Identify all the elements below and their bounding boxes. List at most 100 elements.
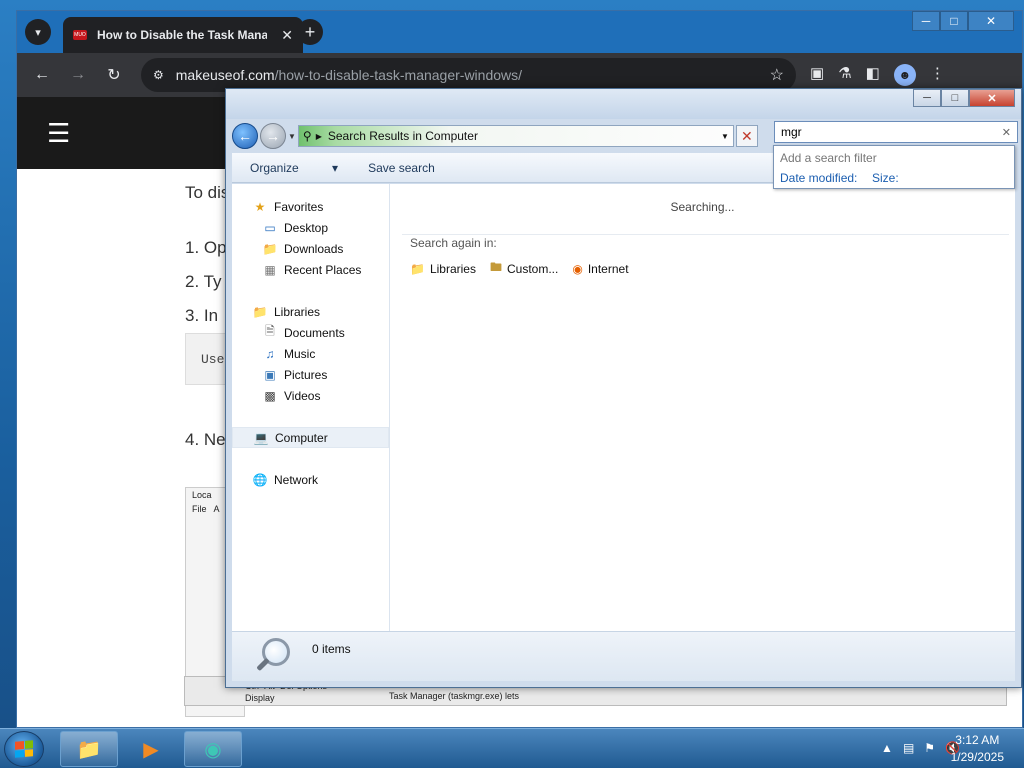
explorer-search-input[interactable]: mgr ✕ bbox=[774, 121, 1018, 143]
labs-flask-icon[interactable]: ⚗ bbox=[838, 64, 851, 86]
address-bar[interactable]: ⚙ makeuseof.com/how-to-disable-task-mana… bbox=[141, 58, 796, 92]
hamburger-menu-icon[interactable]: ☰ bbox=[47, 118, 70, 149]
start-button[interactable] bbox=[4, 731, 44, 767]
tab-close-icon[interactable]: ✕ bbox=[281, 27, 293, 44]
organize-label: Organize bbox=[250, 160, 299, 175]
save-search-button[interactable]: Save search bbox=[368, 161, 435, 175]
address-breadcrumb[interactable]: Search Results in Computer bbox=[328, 129, 478, 143]
custom-link-label: Custom... bbox=[507, 261, 559, 276]
clear-search-icon[interactable]: ✕ bbox=[1002, 126, 1011, 139]
nav-favorites[interactable]: ★ Favorites bbox=[232, 196, 389, 217]
documents-icon: 🗎 bbox=[265, 324, 275, 338]
magnifier-handle bbox=[256, 657, 270, 672]
search-in-custom-link[interactable]: 🖿 Custom... bbox=[490, 258, 558, 279]
explorer-minimize-button[interactable]: ─ bbox=[913, 89, 941, 107]
stop-search-button[interactable]: ✕ bbox=[735, 125, 758, 147]
results-pane: Searching... Search again in: 📁 Libraries… bbox=[390, 184, 1015, 631]
site-info-icon[interactable]: ⚙ bbox=[153, 68, 164, 82]
nav-libraries[interactable]: 📁 Libraries bbox=[232, 301, 389, 322]
nav-gap bbox=[232, 406, 389, 427]
nav-music[interactable]: ♫ Music bbox=[232, 343, 389, 364]
show-hidden-icons-icon[interactable]: ▲ bbox=[881, 741, 893, 755]
nav-network-label: Network bbox=[274, 472, 319, 487]
explorer-address-bar[interactable]: ⚲ ▶ Search Results in Computer ▼ bbox=[297, 125, 734, 147]
url-host: makeuseof.com bbox=[175, 67, 275, 83]
search-internet-link[interactable]: ◉ Internet bbox=[572, 258, 628, 279]
nav-documents[interactable]: 🗎 Documents bbox=[232, 322, 389, 343]
nav-downloads[interactable]: 📁 Downloads bbox=[232, 238, 389, 259]
breadcrumb-arrow-icon[interactable]: ▶ bbox=[316, 132, 322, 141]
folder-icon: 📁 bbox=[76, 738, 102, 761]
nav-recent-places[interactable]: ▦ Recent Places bbox=[232, 259, 389, 280]
details-pane: 0 items bbox=[232, 631, 1015, 681]
search-again-label: Search again in: bbox=[410, 236, 497, 250]
organize-button[interactable]: Organize ▾ bbox=[250, 161, 338, 175]
nav-videos-label: Videos bbox=[284, 388, 321, 403]
back-button[interactable]: ← bbox=[27, 60, 57, 90]
extensions-icon[interactable]: ▣ bbox=[810, 64, 824, 86]
media-player-icon: ▶ bbox=[143, 738, 159, 761]
side-panel-icon[interactable]: ◧ bbox=[866, 64, 880, 86]
search-filter-hint: Add a search filter bbox=[780, 151, 877, 165]
menu-kebab-icon[interactable]: ⋮ bbox=[930, 64, 945, 86]
taskbar-clock[interactable]: 3:12 AM 1/29/2025 bbox=[951, 732, 1004, 766]
item-count: 0 items bbox=[312, 642, 351, 656]
music-note-icon: ♫ bbox=[265, 346, 275, 361]
nav-computer-label: Computer bbox=[275, 430, 328, 445]
reload-button[interactable]: ↻ bbox=[99, 60, 129, 90]
results-divider bbox=[402, 234, 1009, 235]
explorer-body: ★ Favorites ▭ Desktop 📁 Downloads ▦ Recent P… bbox=[232, 184, 1015, 631]
site-favicon-icon: MUO bbox=[73, 30, 87, 40]
address-dropdown-icon[interactable]: ▼ bbox=[717, 132, 733, 141]
recent-pages-dropdown-icon[interactable]: ▼ bbox=[288, 132, 296, 141]
internet-link-label: Internet bbox=[587, 261, 629, 276]
explorer-maximize-button[interactable]: □ bbox=[941, 89, 969, 107]
search-query[interactable]: mgr bbox=[781, 125, 802, 139]
libraries-folder-icon: 📁 bbox=[410, 261, 425, 276]
nav-gap bbox=[232, 280, 389, 301]
network-tray-icon[interactable]: ▤ bbox=[903, 741, 914, 755]
browser-app-icon: ◉ bbox=[204, 738, 222, 761]
taskbar-browser-button[interactable]: ◉ bbox=[184, 731, 242, 767]
tab-search-button[interactable]: ▾ bbox=[25, 19, 51, 45]
explorer-close-button[interactable]: ✕ bbox=[969, 89, 1015, 107]
explorer-forward-button[interactable]: → bbox=[260, 123, 286, 149]
search-in-libraries-link[interactable]: 📁 Libraries bbox=[410, 258, 476, 279]
nav-desktop[interactable]: ▭ Desktop bbox=[232, 217, 389, 238]
nav-videos[interactable]: ▩ Videos bbox=[232, 385, 389, 406]
filter-size[interactable]: Size: bbox=[872, 171, 899, 185]
minimize-button[interactable]: ─ bbox=[912, 11, 940, 31]
action-center-flag-icon[interactable]: ⚑ bbox=[924, 741, 935, 755]
browser-tab[interactable]: MUO How to Disable the Task Manager ✕ bbox=[63, 17, 303, 53]
nav-documents-label: Documents bbox=[284, 325, 345, 340]
taskbar-explorer-button[interactable]: 📁 bbox=[60, 731, 118, 767]
taskbar-media-player-button[interactable]: ▶ bbox=[122, 731, 180, 767]
explorer-back-button[interactable]: ← bbox=[232, 123, 258, 149]
clock-time: 3:12 AM bbox=[955, 733, 1000, 747]
nav-network[interactable]: 🌐 Network bbox=[232, 469, 389, 490]
nav-pictures[interactable]: ▣ Pictures bbox=[232, 364, 389, 385]
system-tray: ▲ ▤ ⚑ 🔇 bbox=[881, 741, 960, 755]
nav-computer[interactable]: 💻 Computer bbox=[232, 427, 389, 448]
navigation-pane: ★ Favorites ▭ Desktop 📁 Downloads ▦ Recent P… bbox=[232, 184, 390, 631]
close-button[interactable]: ✕ bbox=[968, 11, 1014, 31]
bookmark-star-icon[interactable]: ☆ bbox=[770, 65, 784, 85]
nav-favorites-label: Favorites bbox=[274, 199, 324, 214]
profile-avatar[interactable]: ☻ bbox=[893, 64, 916, 86]
new-tab-button[interactable]: + bbox=[297, 19, 323, 45]
searching-status: Searching... bbox=[670, 200, 735, 214]
url-path: /how-to-disable-task-manager-windows/ bbox=[274, 67, 523, 83]
tab-strip: ▾ MUO How to Disable the Task Manager ✕ … bbox=[17, 11, 1022, 53]
screenshot-line-display: Display bbox=[245, 693, 275, 703]
taskbar: 📁 ▶ ◉ ▲ ▤ ⚑ 🔇 3:12 AM 1/29/2025 bbox=[0, 728, 1024, 768]
filter-date-modified[interactable]: Date modified: bbox=[780, 171, 857, 185]
network-globe-icon: 🌐 bbox=[252, 472, 268, 487]
search-filter-dropdown: Add a search filter Date modified: Size: bbox=[773, 145, 1015, 189]
forward-button[interactable]: → bbox=[63, 60, 93, 90]
screenshot-menu-a: A bbox=[213, 504, 220, 514]
maximize-button[interactable]: □ bbox=[940, 11, 968, 31]
libraries-folder-icon: 📁 bbox=[252, 304, 268, 319]
firefox-browser-icon: ◉ bbox=[572, 261, 583, 276]
toolbar-icons: ▣ ⚗ ◧ ☻ ⋮ bbox=[810, 64, 945, 86]
explorer-titlebar[interactable]: ─ □ ✕ bbox=[226, 89, 1021, 119]
